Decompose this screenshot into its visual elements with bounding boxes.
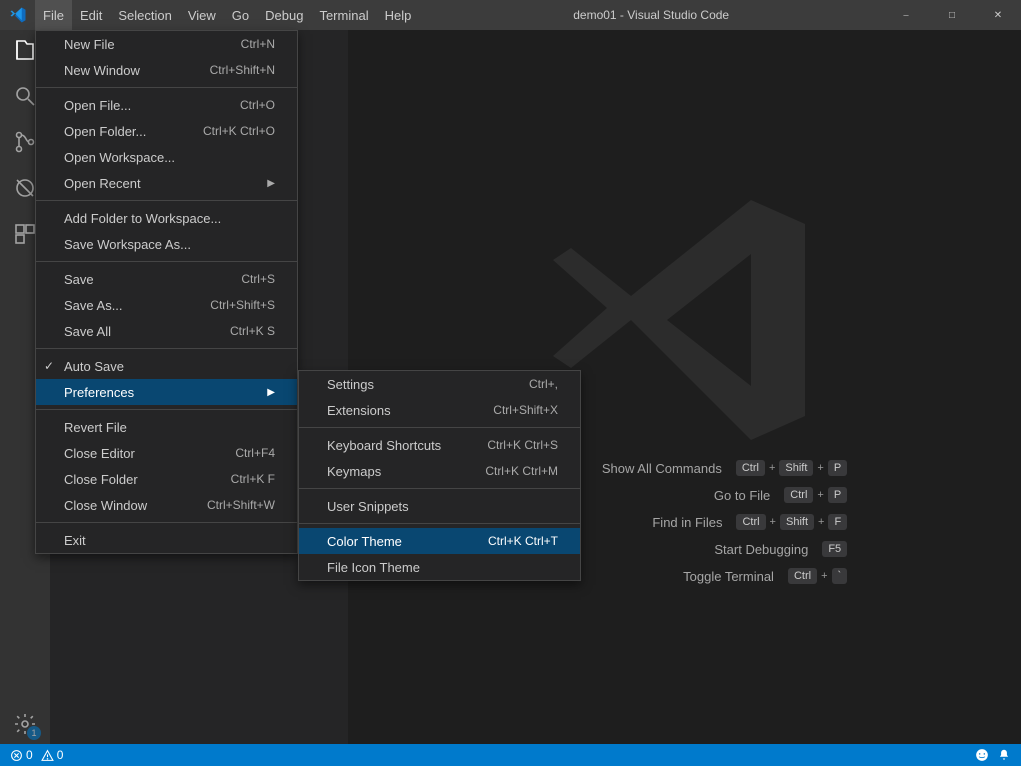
status-bar: 0 0 bbox=[0, 744, 1021, 766]
title-bar: FileEditSelectionViewGoDebugTerminalHelp… bbox=[0, 0, 1021, 30]
source-control-icon[interactable] bbox=[13, 130, 37, 154]
vscode-logo-icon bbox=[0, 6, 35, 24]
file-menu-close-window[interactable]: Close WindowCtrl+Shift+W bbox=[36, 492, 297, 518]
pref-menu-settings[interactable]: SettingsCtrl+, bbox=[299, 371, 580, 397]
status-errors[interactable]: 0 bbox=[10, 748, 33, 762]
menubar-terminal[interactable]: Terminal bbox=[311, 0, 376, 30]
chevron-right-icon: ▶ bbox=[267, 178, 275, 189]
file-menu-exit[interactable]: Exit bbox=[36, 527, 297, 553]
extensions-icon[interactable] bbox=[13, 222, 37, 246]
file-menu-new-window[interactable]: New WindowCtrl+Shift+N bbox=[36, 57, 297, 83]
menubar-debug[interactable]: Debug bbox=[257, 0, 311, 30]
status-feedback-icon[interactable] bbox=[975, 748, 989, 762]
minimize-button[interactable]: – bbox=[883, 0, 929, 30]
menu-bar: FileEditSelectionViewGoDebugTerminalHelp bbox=[35, 0, 419, 30]
key: Shift bbox=[780, 514, 814, 530]
menubar-help[interactable]: Help bbox=[377, 0, 420, 30]
key: Ctrl bbox=[784, 487, 813, 503]
file-menu-close-editor[interactable]: Close EditorCtrl+F4 bbox=[36, 440, 297, 466]
menubar-go[interactable]: Go bbox=[224, 0, 257, 30]
file-menu-auto-save[interactable]: ✓Auto Save bbox=[36, 353, 297, 379]
key: F5 bbox=[822, 541, 847, 557]
settings-badge: 1 bbox=[27, 726, 41, 740]
key: ` bbox=[832, 568, 848, 584]
pref-menu-keymaps[interactable]: KeymapsCtrl+K Ctrl+M bbox=[299, 458, 580, 484]
pref-menu-color-theme[interactable]: Color ThemeCtrl+K Ctrl+T bbox=[299, 528, 580, 554]
key: P bbox=[828, 460, 847, 476]
file-menu-save-all[interactable]: Save AllCtrl+K S bbox=[36, 318, 297, 344]
file-menu-close-folder[interactable]: Close FolderCtrl+K F bbox=[36, 466, 297, 492]
status-bell-icon[interactable] bbox=[997, 748, 1011, 762]
file-menu-revert-file[interactable]: Revert File bbox=[36, 414, 297, 440]
menubar-file[interactable]: File bbox=[35, 0, 72, 30]
pref-menu-user-snippets[interactable]: User Snippets bbox=[299, 493, 580, 519]
file-menu-preferences[interactable]: Preferences▶ bbox=[36, 379, 297, 405]
pref-menu-file-icon-theme[interactable]: File Icon Theme bbox=[299, 554, 580, 580]
file-menu-add-folder-to-workspace[interactable]: Add Folder to Workspace... bbox=[36, 205, 297, 231]
maximize-button[interactable]: □ bbox=[929, 0, 975, 30]
pref-menu-keyboard-shortcuts[interactable]: Keyboard ShortcutsCtrl+K Ctrl+S bbox=[299, 432, 580, 458]
chevron-right-icon: ▶ bbox=[267, 387, 275, 398]
check-icon: ✓ bbox=[44, 359, 54, 373]
settings-gear-icon[interactable]: 1 bbox=[13, 712, 37, 736]
key: Ctrl bbox=[788, 568, 817, 584]
file-menu-open-workspace[interactable]: Open Workspace... bbox=[36, 144, 297, 170]
file-menu-new-file[interactable]: New FileCtrl+N bbox=[36, 31, 297, 57]
file-menu-save[interactable]: SaveCtrl+S bbox=[36, 266, 297, 292]
key: P bbox=[828, 487, 847, 503]
status-warnings[interactable]: 0 bbox=[41, 748, 64, 762]
close-button[interactable]: ✕ bbox=[975, 0, 1021, 30]
key: F bbox=[828, 514, 847, 530]
window-controls: – □ ✕ bbox=[883, 0, 1021, 30]
pref-menu-extensions[interactable]: ExtensionsCtrl+Shift+X bbox=[299, 397, 580, 423]
key: Shift bbox=[779, 460, 813, 476]
window-title: demo01 - Visual Studio Code bbox=[419, 8, 883, 22]
preferences-submenu: SettingsCtrl+,ExtensionsCtrl+Shift+X Keyb… bbox=[298, 370, 581, 581]
file-menu-save-workspace-as[interactable]: Save Workspace As... bbox=[36, 231, 297, 257]
menubar-view[interactable]: View bbox=[180, 0, 224, 30]
file-menu-popup: New FileCtrl+NNew WindowCtrl+Shift+N Open… bbox=[35, 30, 298, 554]
key: Ctrl bbox=[736, 514, 765, 530]
menubar-edit[interactable]: Edit bbox=[72, 0, 110, 30]
file-menu-open-folder[interactable]: Open Folder...Ctrl+K Ctrl+O bbox=[36, 118, 297, 144]
key: Ctrl bbox=[736, 460, 765, 476]
debug-icon[interactable] bbox=[13, 176, 37, 200]
search-icon[interactable] bbox=[13, 84, 37, 108]
menubar-selection[interactable]: Selection bbox=[110, 0, 179, 30]
file-menu-open-recent[interactable]: Open Recent▶ bbox=[36, 170, 297, 196]
explorer-icon[interactable] bbox=[13, 38, 37, 62]
file-menu-save-as[interactable]: Save As...Ctrl+Shift+S bbox=[36, 292, 297, 318]
file-menu-open-file[interactable]: Open File...Ctrl+O bbox=[36, 92, 297, 118]
